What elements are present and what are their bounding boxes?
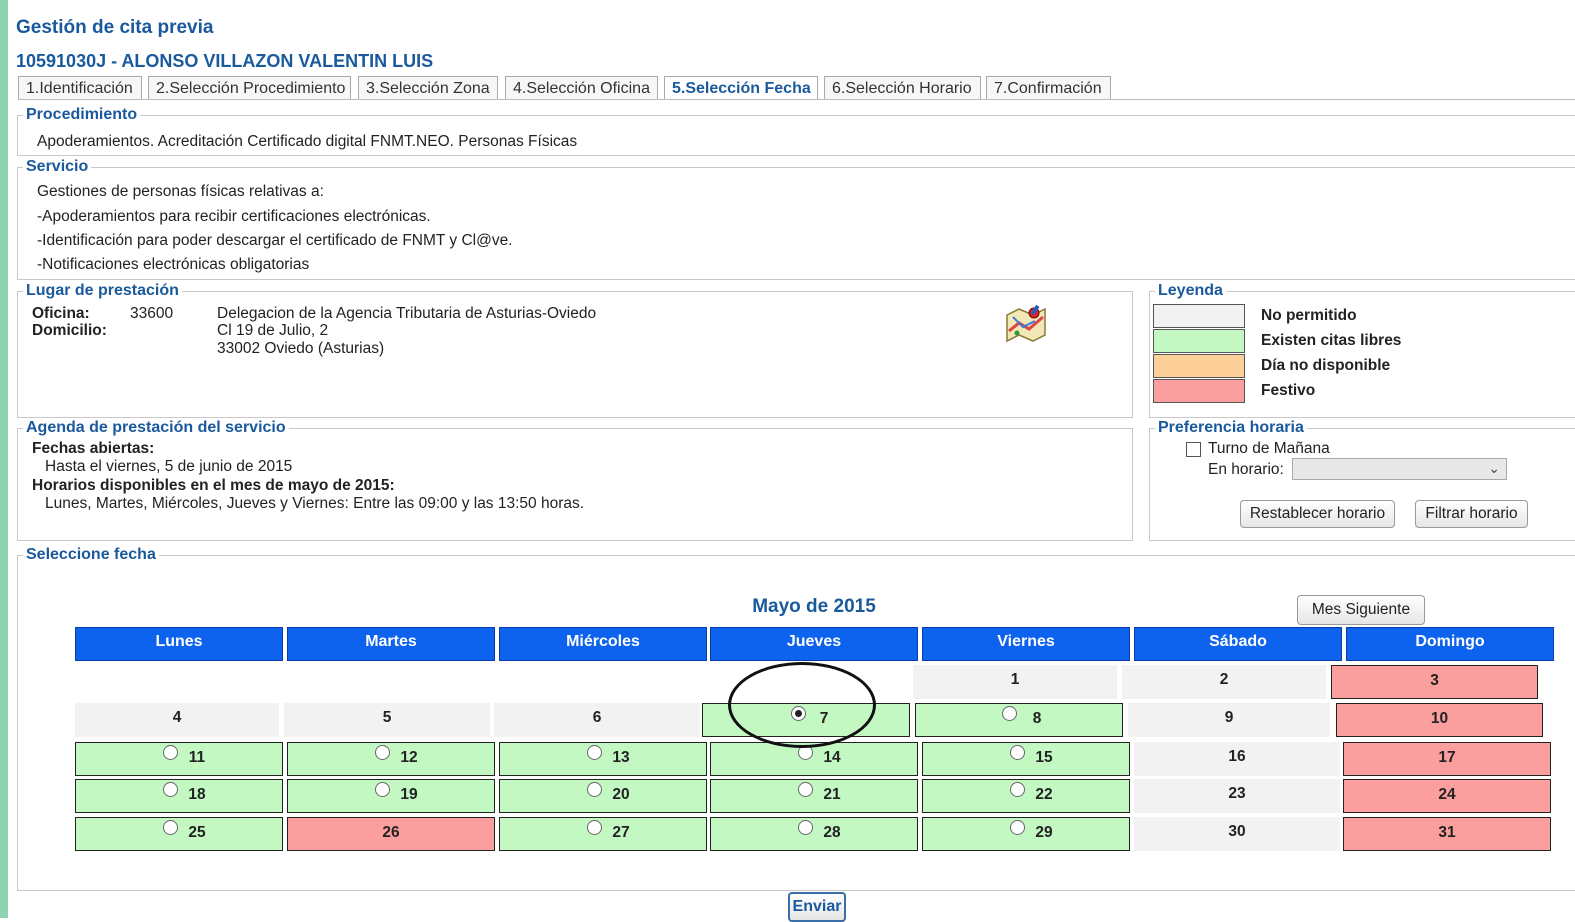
horarios-label: Horarios disponibles en el mes de mayo d… <box>32 477 395 494</box>
dayname-miercoles: Miércoles <box>499 627 707 661</box>
tab-seleccion-fecha[interactable]: 5.Selección Fecha <box>664 76 818 100</box>
calendar-day: 4 <box>75 703 279 737</box>
fechas-abiertas-label: Fechas abiertas: <box>32 440 155 457</box>
chevron-down-icon: ⌄ <box>1488 460 1500 476</box>
next-month-button[interactable]: Mes Siguiente <box>1297 595 1425 625</box>
address-line: Cl 19 de Julio, 2 <box>217 322 329 339</box>
calendar-day: 9 <box>1128 703 1330 737</box>
tab-identificacion[interactable]: 1.Identificación <box>18 76 142 100</box>
oficina-code: 33600 <box>130 305 174 322</box>
legend-swatch-no-disponible <box>1153 354 1245 378</box>
calendar-day-festivo: 26 <box>287 817 495 851</box>
calendar-day-festivo: 10 <box>1336 703 1543 737</box>
calendar-day-selectable[interactable]: 20 <box>499 779 707 813</box>
turno-manana-label: Turno de Mañana <box>1208 440 1330 457</box>
calendar-day-selectable[interactable]: 15 <box>922 742 1130 776</box>
horarios-value: Lunes, Martes, Miércoles, Jueves y Viern… <box>45 495 585 512</box>
leyenda-legend: Leyenda <box>1158 282 1223 299</box>
seleccione-fecha-legend: Seleccione fecha <box>26 546 156 563</box>
preferencia-legend: Preferencia horaria <box>1158 419 1304 436</box>
calendar-day-selectable[interactable]: 27 <box>499 817 707 851</box>
tab-seleccion-oficina[interactable]: 4.Selección Oficina <box>505 76 658 100</box>
left-edge-strip <box>0 0 8 918</box>
dayname-domingo: Domingo <box>1346 627 1554 661</box>
calendar-day-selectable[interactable]: 25 <box>75 817 283 851</box>
agenda-legend: Agenda de prestación del servicio <box>26 419 286 436</box>
legend-swatch-no-permitido <box>1153 304 1245 328</box>
domicilio-label: Domicilio: <box>32 322 107 339</box>
calendar-day-festivo: 17 <box>1343 742 1551 776</box>
tab-seleccion-zona[interactable]: 3.Selección Zona <box>358 76 498 100</box>
tab-confirmacion[interactable]: 7.Confirmación <box>986 76 1111 100</box>
calendar-day: 1 <box>913 665 1117 699</box>
calendar-day-selectable[interactable]: 12 <box>287 742 495 776</box>
servicio-line: -Identificación para poder descargar el … <box>37 232 513 249</box>
calendar-day-selectable[interactable]: 11 <box>75 742 283 776</box>
calendar-day: 6 <box>494 703 700 737</box>
turno-manana-checkbox[interactable] <box>1186 442 1201 457</box>
servicio-line: -Notificaciones electrónicas obligatoria… <box>37 256 310 273</box>
lugar-section: Lugar de prestación <box>17 282 1133 418</box>
filtrar-horario-button[interactable]: Filtrar horario <box>1415 500 1528 528</box>
en-horario-label: En horario: <box>1208 461 1284 478</box>
tab-seleccion-procedimiento[interactable]: 2.Selección Procedimiento <box>148 76 351 100</box>
legend-list: No permitido Existen citas libres Día no… <box>1149 304 1569 404</box>
address-line: 33002 Oviedo (Asturias) <box>217 340 385 357</box>
legend-label: No permitido <box>1261 307 1357 324</box>
calendar-day-festivo: 3 <box>1331 665 1538 699</box>
dayname-jueves: Jueves <box>710 627 918 661</box>
dayname-viernes: Viernes <box>922 627 1130 661</box>
calendar-day: 23 <box>1134 779 1340 813</box>
calendar-day-festivo: 31 <box>1343 817 1551 851</box>
horario-select[interactable]: ⌄ <box>1292 458 1507 480</box>
calendar-day-selectable[interactable]: 21 <box>710 779 918 813</box>
month-title: Mayo de 2015 <box>752 596 876 617</box>
procedimiento-text: Apoderamientos. Acreditación Certificado… <box>37 133 578 150</box>
servicio-line: Gestiones de personas físicas relativas … <box>37 183 324 200</box>
calendar-day-selectable[interactable]: 29 <box>922 817 1130 851</box>
oficina-label: Oficina: <box>32 305 90 322</box>
servicio-line: -Apoderamientos para recibir certificaci… <box>37 208 431 225</box>
servicio-legend: Servicio <box>26 158 89 175</box>
lugar-legend: Lugar de prestación <box>26 282 179 299</box>
calendar-day-selectable[interactable]: 13 <box>499 742 707 776</box>
fechas-abiertas-value: Hasta el viernes, 5 de junio de 2015 <box>45 458 293 475</box>
restablecer-horario-button[interactable]: Restablecer horario <box>1240 500 1395 528</box>
map-icon[interactable] <box>1003 303 1049 345</box>
dayname-sabado: Sábado <box>1134 627 1342 661</box>
selection-highlight-oval <box>728 662 876 748</box>
dayname-lunes: Lunes <box>75 627 283 661</box>
dayname-martes: Martes <box>287 627 495 661</box>
legend-swatch-festivo <box>1153 379 1245 403</box>
legend-label: Día no disponible <box>1261 357 1391 374</box>
calendar-day: 30 <box>1134 817 1340 851</box>
calendar-day-selectable[interactable]: 18 <box>75 779 283 813</box>
tabs-divider <box>18 99 1575 100</box>
person-identifier: 10591030J - ALONSO VILLAZON VALENTIN LUI… <box>16 51 434 71</box>
calendar-day: 5 <box>284 703 490 737</box>
app-title: Gestión de cita previa <box>16 17 214 38</box>
calendar-day-selectable[interactable]: 8 <box>915 703 1123 737</box>
calendar-day: 2 <box>1122 665 1326 699</box>
address-line: Delegacion de la Agencia Tributaria de A… <box>217 305 597 322</box>
tab-seleccion-horario[interactable]: 6.Selección Horario <box>824 76 981 100</box>
calendar-day-festivo: 24 <box>1343 779 1551 813</box>
calendar-day-selectable[interactable]: 22 <box>922 779 1130 813</box>
calendar-day-selectable[interactable]: 19 <box>287 779 495 813</box>
legend-label: Existen citas libres <box>1261 332 1402 349</box>
legend-swatch-citas-libres <box>1153 329 1245 353</box>
calendar-day-selectable[interactable]: 28 <box>710 817 918 851</box>
procedimiento-legend: Procedimiento <box>26 106 138 123</box>
calendar-day: 16 <box>1134 742 1340 776</box>
legend-label: Festivo <box>1261 382 1316 399</box>
